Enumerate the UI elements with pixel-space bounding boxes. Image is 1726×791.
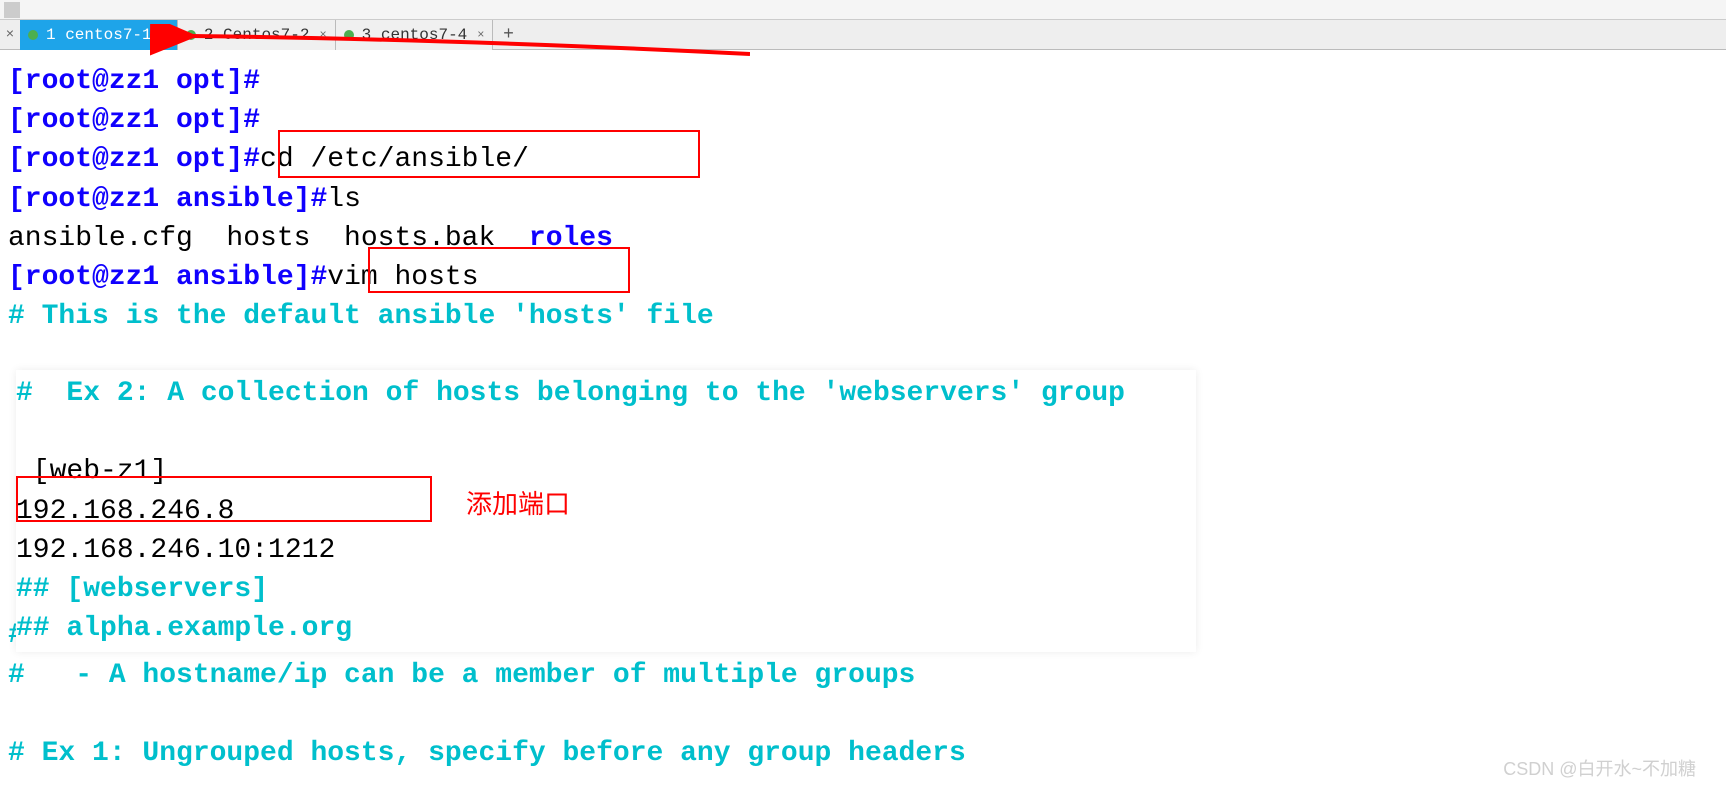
file-line: 192.168.246.10:1212 — [16, 531, 1196, 570]
file-comment: # Ex 2: A collection of hosts belonging … — [16, 374, 1125, 413]
terminal-line: [root@zz1 ansible]#ls — [8, 180, 1718, 219]
terminal-line: [root@zz1 opt]# — [8, 101, 1718, 140]
file-comment: ## [webservers] — [16, 570, 268, 609]
file-line: 192.168.246.8 — [16, 492, 1196, 531]
watermark-text: CSDN @白开水~不加糖 — [1503, 755, 1696, 781]
tab-label: 2 Centos7-2 — [204, 26, 310, 44]
host-group: [web-z1] — [16, 452, 167, 491]
status-dot-icon — [28, 30, 38, 40]
status-dot-icon — [344, 30, 354, 40]
file-line: [web-z1] — [16, 452, 1196, 491]
tab-centos7-1[interactable]: 1 centos7-1 × — [20, 20, 178, 50]
host-ip-port: 192.168.246.10:1212 — [16, 531, 335, 570]
close-icon[interactable]: × — [162, 28, 169, 42]
terminal-output: [root@zz1 opt]# [root@zz1 opt]# [root@zz… — [0, 50, 1726, 785]
shell-prompt: [root@zz1 opt]# — [8, 140, 260, 179]
file-line: ## [webservers] — [16, 570, 1196, 609]
tab-centos7-2[interactable]: 2 Centos7-2 × — [178, 20, 336, 50]
file-line: # - A hostname/ip can be a member of mul… — [8, 656, 1718, 695]
file-line — [16, 413, 1196, 452]
file-content-overlay: # Ex 2: A collection of hosts belonging … — [16, 370, 1196, 652]
shell-command: ls — [327, 180, 361, 219]
status-dot-icon — [186, 30, 196, 40]
terminal-line: # This is the default ansible 'hosts' fi… — [8, 297, 1718, 336]
tab-label: 3 centos7-4 — [362, 26, 468, 44]
shell-command: vim hosts — [327, 258, 478, 297]
tab-bar: × 1 centos7-1 × 2 Centos7-2 × 3 centos7-… — [0, 20, 1726, 50]
file-comment: # Ex 1: Ungrouped hosts, specify before … — [8, 734, 966, 773]
close-icon[interactable]: × — [319, 28, 326, 42]
tabbar-close-icon[interactable]: × — [0, 20, 20, 50]
toolbar-icon[interactable] — [4, 2, 20, 18]
close-icon[interactable]: × — [477, 28, 484, 42]
shell-prompt: [root@zz1 ansible]# — [8, 258, 327, 297]
terminal-line: [root@zz1 opt]#cd /etc/ansible/ — [8, 140, 1718, 179]
terminal-line: [root@zz1 ansible]#vim hosts — [8, 258, 1718, 297]
host-ip: 192.168.246.8 — [16, 492, 234, 531]
file-line: # Ex 2: A collection of hosts belonging … — [16, 374, 1196, 413]
ls-output-files: ansible.cfg hosts hosts.bak — [8, 219, 529, 258]
shell-prompt: [root@zz1 ansible]# — [8, 180, 327, 219]
terminal-line: [root@zz1 opt]# — [8, 62, 1718, 101]
ls-output-dir: roles — [529, 219, 613, 258]
file-line — [8, 695, 1718, 734]
tab-centos7-4[interactable]: 3 centos7-4 × — [336, 20, 494, 50]
shell-prompt: [root@zz1 opt]# — [8, 62, 260, 101]
file-comment: # - A hostname/ip can be a member of mul… — [8, 656, 915, 695]
file-line: # Ex 1: Ungrouped hosts, specify before … — [8, 734, 1718, 773]
add-tab-button[interactable]: + — [493, 20, 523, 50]
app-toolbar — [0, 0, 1726, 20]
file-line: ## alpha.example.org — [16, 609, 1196, 648]
terminal-line: ansible.cfg hosts hosts.bak roles — [8, 219, 1718, 258]
tab-label: 1 centos7-1 — [46, 26, 152, 44]
shell-command: cd /etc/ansible/ — [260, 140, 529, 179]
file-comment: ## alpha.example.org — [16, 609, 352, 648]
file-comment: # This is the default ansible 'hosts' fi… — [8, 297, 714, 336]
annotation-text-port: 添加端口 — [466, 484, 570, 521]
shell-prompt: [root@zz1 opt]# — [8, 101, 260, 140]
